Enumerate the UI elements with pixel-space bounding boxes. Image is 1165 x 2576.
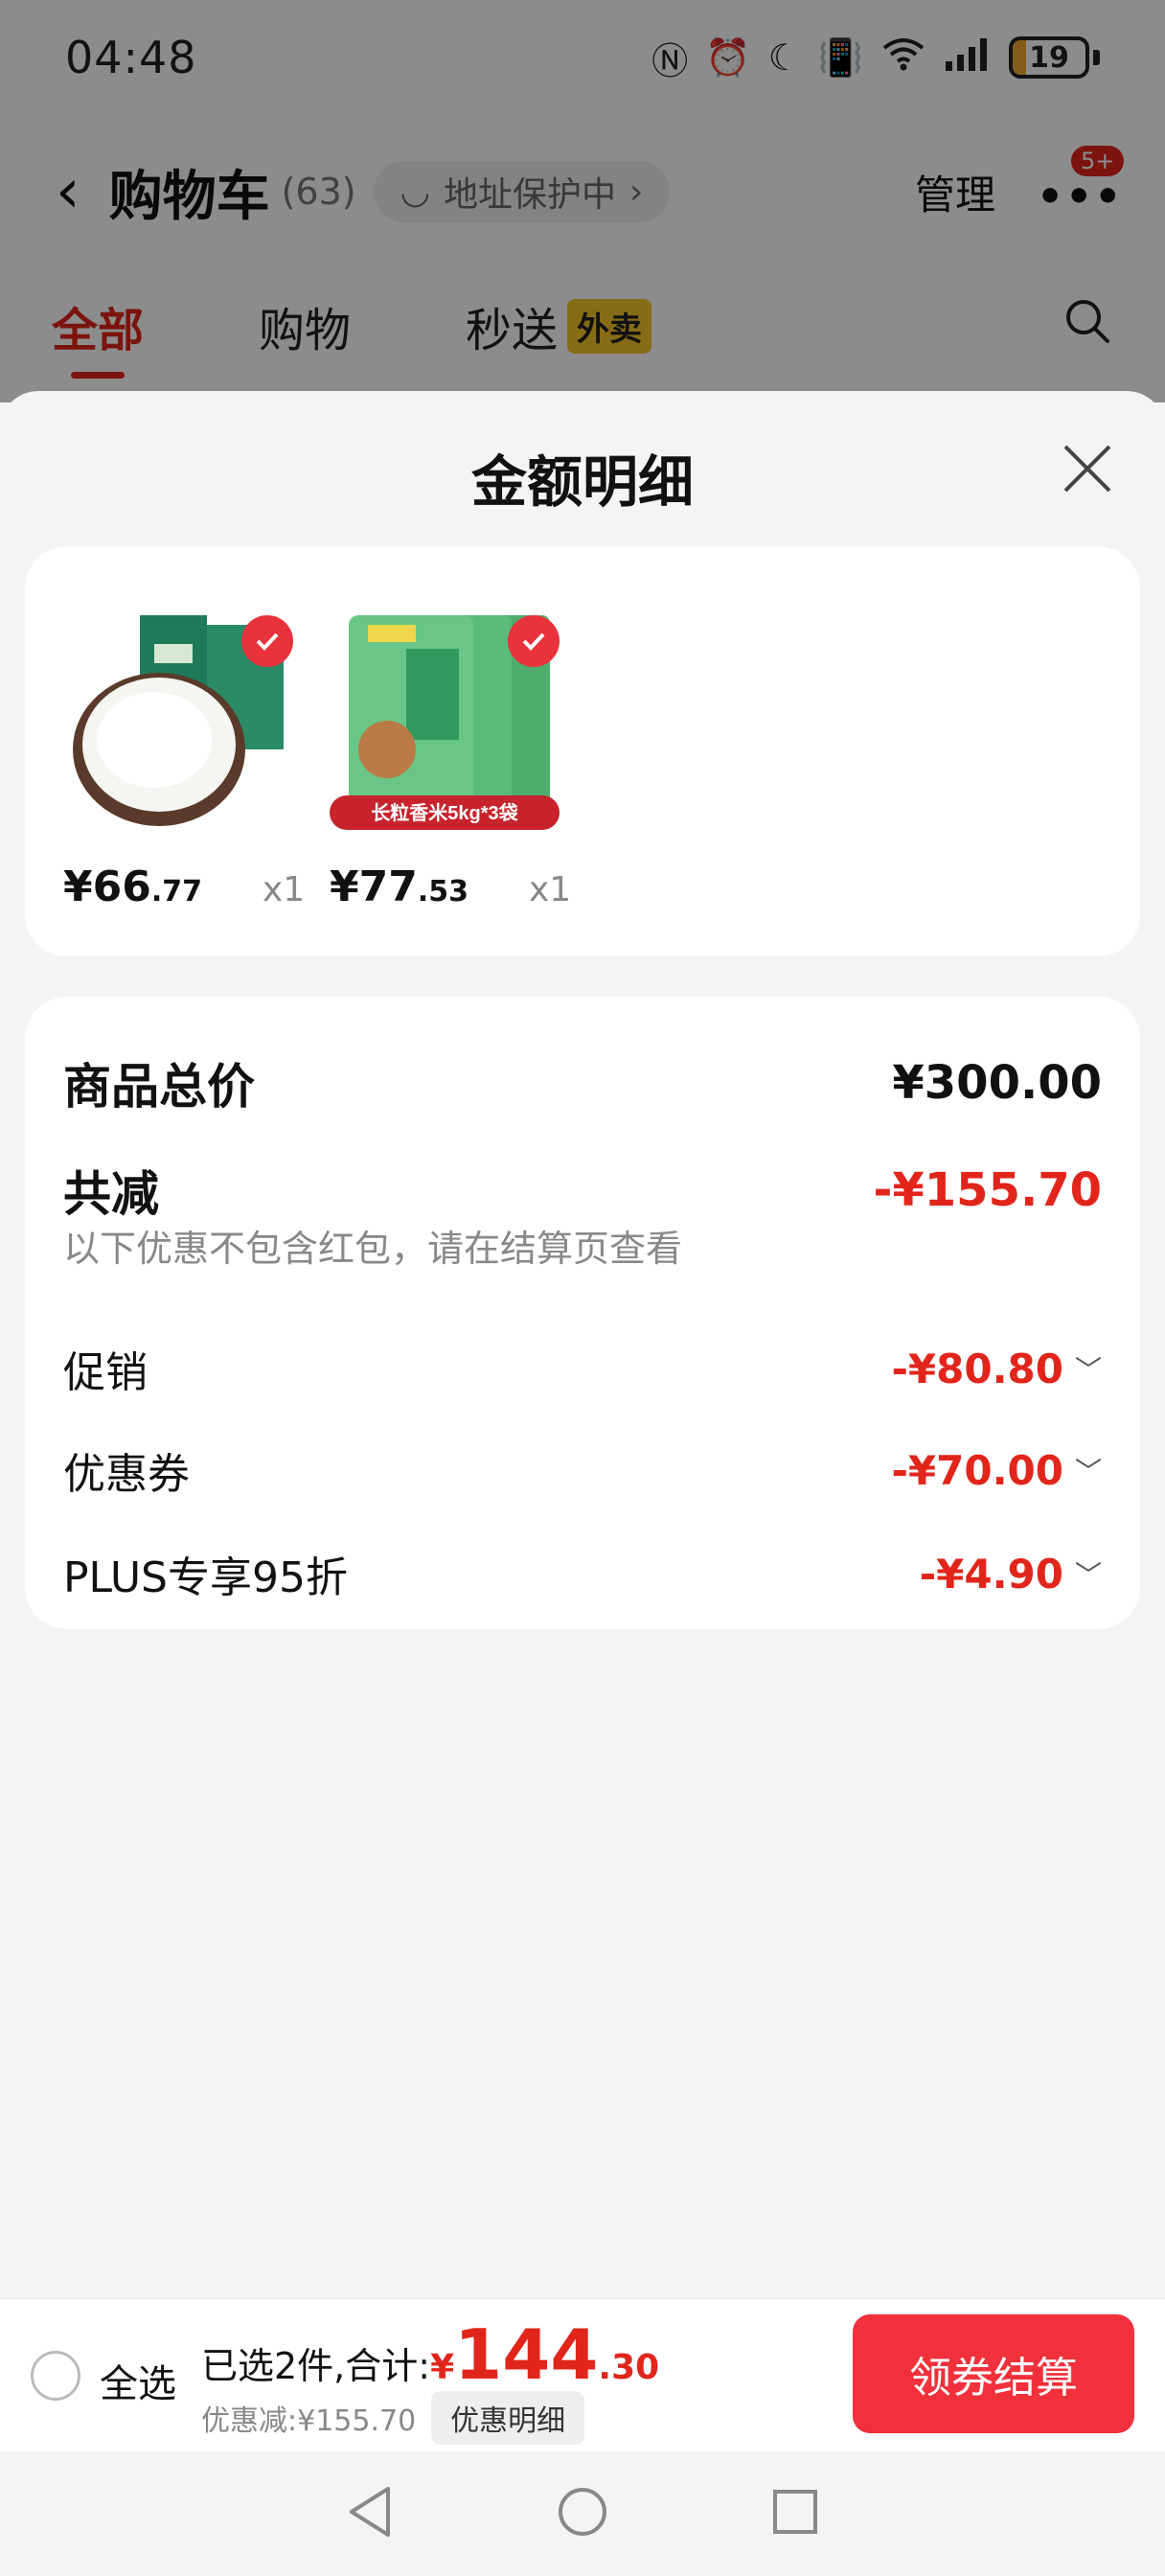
- selected-check-icon: [241, 615, 293, 667]
- reduction-note: 以下优惠不包含红包，请在结算页查看: [63, 1228, 683, 1270]
- product-qty: x1: [529, 870, 572, 909]
- total-price-row: 商品总价 ¥300.00: [63, 1048, 1102, 1117]
- selected-products-card: ¥66.77 x1 长粒香米5kg*3袋 ¥77.53 x1: [25, 546, 1140, 956]
- nav-recents-icon[interactable]: [771, 2488, 819, 2540]
- product-price: ¥66.77: [63, 862, 203, 911]
- svg-text:长粒香米5kg*3袋: 长粒香米5kg*3袋: [371, 801, 518, 824]
- coupon-row[interactable]: 优惠券 -¥70.00 ﹀: [63, 1439, 1102, 1501]
- total-integer: 144: [454, 2314, 599, 2395]
- price-summary-card: 商品总价 ¥300.00 共减 -¥155.70 以下优惠不包含红包，请在结算页…: [25, 997, 1140, 1629]
- promotion-row[interactable]: 促销 -¥80.80 ﹀: [63, 1338, 1102, 1399]
- select-all-radio[interactable]: [31, 2351, 80, 2401]
- total-currency: ¥: [430, 2348, 455, 2387]
- product-price: ¥77.53: [330, 862, 469, 911]
- modal-scrim[interactable]: [0, 0, 1165, 402]
- promotion-value: -¥80.80 ﹀: [891, 1345, 1102, 1392]
- discount-text: 优惠减:¥155.70: [201, 2404, 417, 2438]
- select-all-label[interactable]: 全选: [100, 2353, 176, 2408]
- checkout-button[interactable]: 领券结算: [853, 2314, 1134, 2433]
- chevron-down-icon: ﹀: [1074, 1559, 1102, 1591]
- total-decimal: .30: [598, 2348, 660, 2387]
- sheet-title: 金额明细: [470, 449, 694, 515]
- promotion-label: 促销: [63, 1348, 148, 1397]
- total-price-value: ¥300.00: [892, 1056, 1102, 1110]
- amount-detail-sheet: 金额明细 ¥66.77 x1 长粒香米5kg*3袋 ¥77.53 x1 商品总价…: [0, 391, 1165, 2298]
- nav-back-icon[interactable]: [346, 2485, 394, 2542]
- coupon-value: -¥70.00 ﹀: [891, 1446, 1102, 1494]
- system-nav-bar: [0, 2451, 1165, 2576]
- close-icon[interactable]: [1060, 441, 1115, 496]
- coupon-label: 优惠券: [63, 1450, 190, 1499]
- plus-discount-label: PLUS专享95折: [63, 1553, 348, 1602]
- product-item[interactable]: 长粒香米5kg*3袋 ¥77.53 x1: [330, 606, 572, 912]
- chevron-down-icon: ﹀: [1074, 1456, 1102, 1487]
- reduction-note-row: 以下优惠不包含红包，请在结算页查看: [63, 1219, 1102, 1272]
- product-qty: x1: [263, 870, 306, 909]
- total-summary: 已选2件,合计: ¥ 144 .30: [201, 2314, 659, 2395]
- plus-discount-row[interactable]: PLUS专享95折 -¥4.90 ﹀: [63, 1543, 1102, 1604]
- discount-summary: 优惠减:¥155.70 优惠明细: [201, 2391, 585, 2445]
- selected-check-icon: [508, 615, 560, 667]
- discount-detail-button[interactable]: 优惠明细: [431, 2391, 585, 2445]
- summary-prefix: 已选2件,合计:: [201, 2345, 431, 2387]
- total-reduction-label: 共减: [63, 1166, 159, 1222]
- chevron-down-icon: ﹀: [1074, 1354, 1102, 1386]
- product-item[interactable]: ¥66.77 x1: [63, 606, 306, 912]
- total-price-label: 商品总价: [63, 1059, 255, 1115]
- total-reduction-row: 共减 -¥155.70: [63, 1156, 1102, 1225]
- checkout-bar: 全选 已选2件,合计: ¥ 144 .30 优惠减:¥155.70 优惠明细 领…: [0, 2298, 1165, 2451]
- plus-discount-value: -¥4.90 ﹀: [919, 1550, 1102, 1598]
- total-reduction-value: -¥155.70: [873, 1163, 1102, 1217]
- nav-home-icon[interactable]: [557, 2486, 608, 2542]
